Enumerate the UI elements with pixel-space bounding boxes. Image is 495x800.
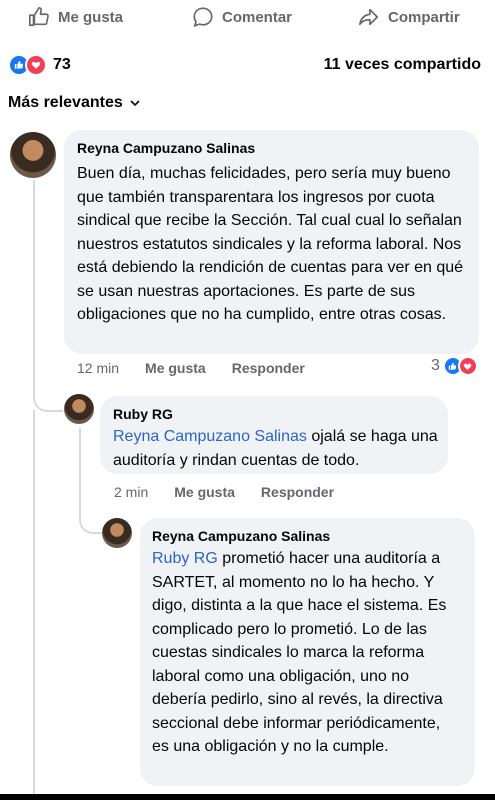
share-label: Compartir — [388, 8, 460, 26]
comment-sort-dropdown[interactable]: Más relevantes — [8, 94, 141, 112]
reply-connector — [79, 500, 103, 534]
comment-reaction-count: 3 — [431, 357, 440, 374]
comment-time[interactable]: 12 min — [77, 360, 119, 376]
comment-button[interactable]: Comentar — [192, 6, 292, 28]
reactions-summary[interactable]: 73 — [8, 54, 71, 76]
bottom-edge — [0, 794, 495, 800]
comment-text: Buen día, muchas felicidades, pero sería… — [77, 165, 464, 323]
post-stats: 73 11 veces compartido — [8, 52, 481, 78]
comment-meta: 12 min Me gusta Responder — [77, 360, 305, 376]
reply-bubble: Reyna Campuzano Salinas Ruby RG prometió… — [140, 518, 475, 786]
avatar[interactable] — [102, 518, 132, 548]
reply-like-button[interactable]: Me gusta — [174, 484, 235, 500]
love-reaction-icon — [25, 54, 47, 76]
comment-label: Comentar — [222, 8, 293, 26]
like-label: Me gusta — [58, 8, 124, 26]
share-button[interactable]: Compartir — [358, 6, 460, 28]
reply-author[interactable]: Reyna Campuzano Salinas — [152, 528, 330, 544]
reply-author[interactable]: Ruby RG — [113, 406, 173, 422]
reply-reply-button[interactable]: Responder — [261, 484, 334, 500]
comment-bubble: Reyna Campuzano Salinas Buen día, muchas… — [64, 130, 479, 354]
share-icon — [359, 8, 379, 26]
sort-label: Más relevantes — [8, 94, 123, 111]
reactions-count: 73 — [53, 56, 71, 73]
comment-reply-button[interactable]: Responder — [232, 360, 305, 376]
reply-connector — [33, 380, 63, 412]
post-actions-bar: Me gusta Comentar Compartir — [0, 0, 495, 40]
comment-reactions[interactable]: 3 — [431, 356, 478, 376]
avatar[interactable] — [64, 394, 94, 424]
chevron-down-icon — [130, 100, 140, 107]
like-button[interactable]: Me gusta — [28, 6, 123, 28]
reply-text-body: prometió hacer una auditoría a SARTET, a… — [152, 550, 447, 755]
reply-text: Ruby RG prometió hacer una auditoría a S… — [152, 547, 458, 759]
love-reaction-icon — [457, 356, 478, 376]
thread-line — [33, 180, 35, 380]
reply-bubble: Ruby RG Reyna Campuzano Salinas ojalá se… — [100, 396, 448, 474]
comment-icon — [193, 7, 213, 27]
reply-text: Reyna Campuzano Salinas ojalá se haga un… — [113, 425, 439, 472]
reply-meta: 2 min Me gusta Responder — [114, 484, 334, 500]
reply-time[interactable]: 2 min — [114, 484, 148, 500]
thread-line — [33, 410, 35, 800]
mention-link[interactable]: Reyna Campuzano Salinas — [113, 428, 307, 445]
avatar[interactable] — [10, 132, 56, 178]
shares-count[interactable]: 11 veces compartido — [324, 56, 481, 74]
mention-link[interactable]: Ruby RG — [152, 550, 218, 567]
thumbs-up-icon — [29, 7, 49, 27]
comment-like-button[interactable]: Me gusta — [145, 360, 206, 376]
comment-author[interactable]: Reyna Campuzano Salinas — [77, 140, 255, 156]
